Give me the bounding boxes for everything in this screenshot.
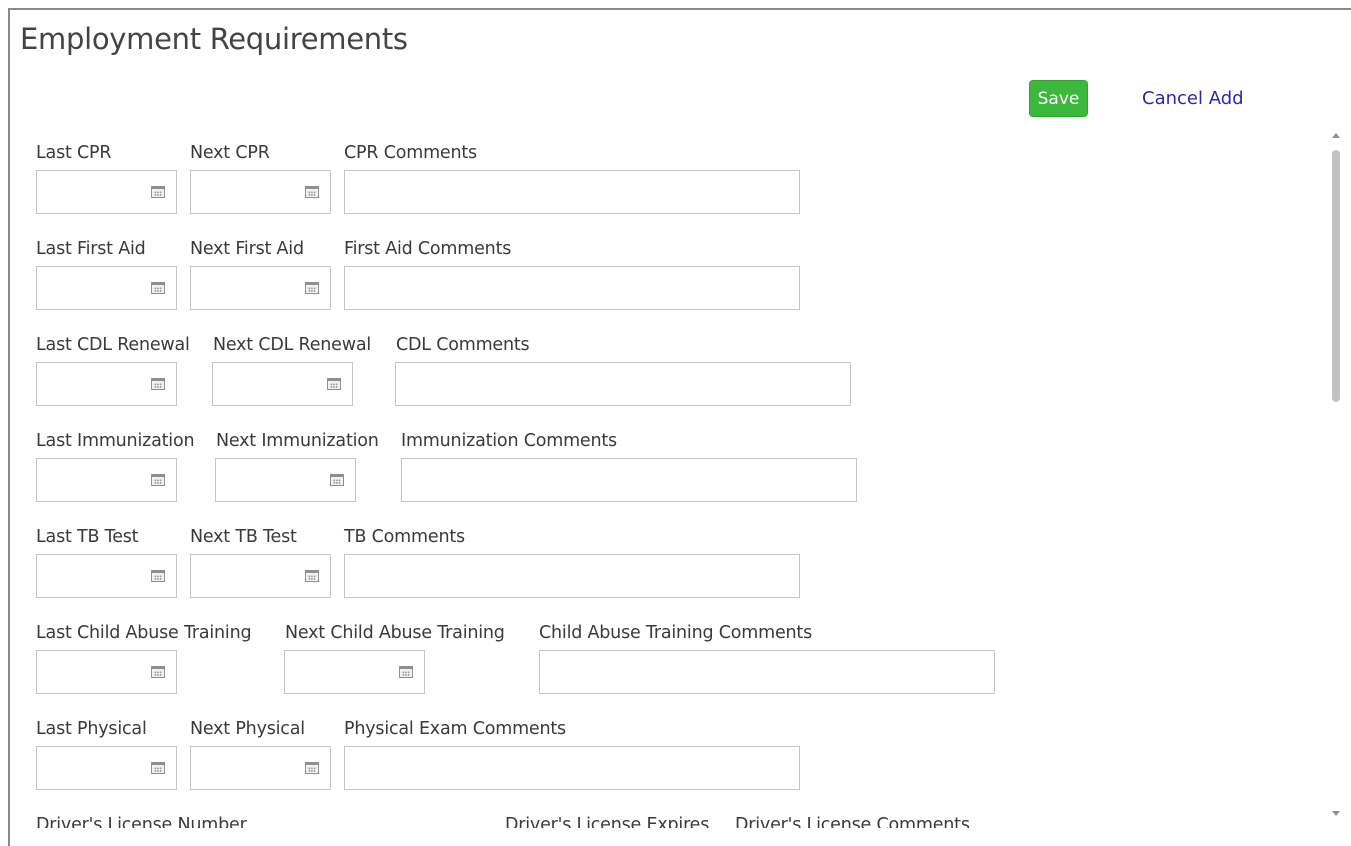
drivers-license-comments-label: Driver's License Comments [735,815,970,828]
last-cpr-label: Last CPR [36,143,112,163]
calendar-icon[interactable] [151,186,165,198]
last-physical-label: Last Physical [36,719,147,739]
cpr-comments-input[interactable] [344,170,800,214]
last-tb-test-date-input[interactable] [36,554,177,598]
last-physical-date-input[interactable] [36,746,177,790]
next-tb-test-label: Next TB Test [190,527,297,547]
calendar-icon[interactable] [327,378,341,390]
first-aid-comments-input[interactable] [344,266,800,310]
cancel-add-link[interactable]: Cancel Add [1142,88,1244,109]
calendar-icon[interactable] [151,378,165,390]
scroll-up-arrow-icon[interactable] [1332,133,1340,138]
scrollbar-thumb[interactable] [1332,150,1340,402]
save-button[interactable]: Save [1029,80,1088,117]
calendar-icon[interactable] [151,762,165,774]
drivers-license-expires-label: Driver's License Expires [505,815,710,828]
next-cdl-renewal-date-input[interactable] [212,362,353,406]
calendar-icon[interactable] [305,762,319,774]
calendar-icon[interactable] [305,282,319,294]
drivers-license-number-label: Driver's License Number [36,815,247,828]
last-immunization-date-input[interactable] [36,458,177,502]
last-first-aid-label: Last First Aid [36,239,146,259]
child-abuse-training-comments-label: Child Abuse Training Comments [539,623,812,643]
last-tb-test-label: Last TB Test [36,527,139,547]
last-cpr-date-input[interactable] [36,170,177,214]
tb-comments-label: TB Comments [344,527,465,547]
cdl-comments-label: CDL Comments [396,335,530,355]
last-cdl-renewal-label: Last CDL Renewal [36,335,190,355]
last-child-abuse-training-label: Last Child Abuse Training [36,623,252,643]
physical-exam-comments-input[interactable] [344,746,800,790]
calendar-icon[interactable] [151,570,165,582]
next-child-abuse-training-date-input[interactable] [284,650,425,694]
next-first-aid-label: Next First Aid [190,239,304,259]
next-immunization-label: Next Immunization [216,431,379,451]
form-area: Last CPR Next CPR CPR Comments Last Firs… [8,128,1326,828]
calendar-icon[interactable] [151,474,165,486]
first-aid-comments-label: First Aid Comments [344,239,512,259]
immunization-comments-input[interactable] [401,458,857,502]
calendar-icon[interactable] [399,666,413,678]
scroll-down-arrow-icon[interactable] [1332,811,1340,816]
physical-exam-comments-label: Physical Exam Comments [344,719,566,739]
calendar-icon[interactable] [305,570,319,582]
child-abuse-training-comments-input[interactable] [539,650,995,694]
tb-comments-input[interactable] [344,554,800,598]
page-title: Employment Requirements [20,22,408,56]
next-immunization-date-input[interactable] [215,458,356,502]
last-cdl-renewal-date-input[interactable] [36,362,177,406]
cpr-comments-label: CPR Comments [344,143,477,163]
calendar-icon[interactable] [151,666,165,678]
next-physical-date-input[interactable] [190,746,331,790]
next-cpr-date-input[interactable] [190,170,331,214]
last-immunization-label: Last Immunization [36,431,195,451]
last-first-aid-date-input[interactable] [36,266,177,310]
last-child-abuse-training-date-input[interactable] [36,650,177,694]
next-first-aid-date-input[interactable] [190,266,331,310]
next-cdl-renewal-label: Next CDL Renewal [213,335,372,355]
vertical-scrollbar[interactable] [1328,128,1344,818]
next-child-abuse-training-label: Next Child Abuse Training [285,623,505,643]
calendar-icon[interactable] [151,282,165,294]
next-physical-label: Next Physical [190,719,305,739]
calendar-icon[interactable] [305,186,319,198]
immunization-comments-label: Immunization Comments [401,431,617,451]
calendar-icon[interactable] [330,474,344,486]
next-tb-test-date-input[interactable] [190,554,331,598]
cdl-comments-input[interactable] [395,362,851,406]
next-cpr-label: Next CPR [190,143,270,163]
